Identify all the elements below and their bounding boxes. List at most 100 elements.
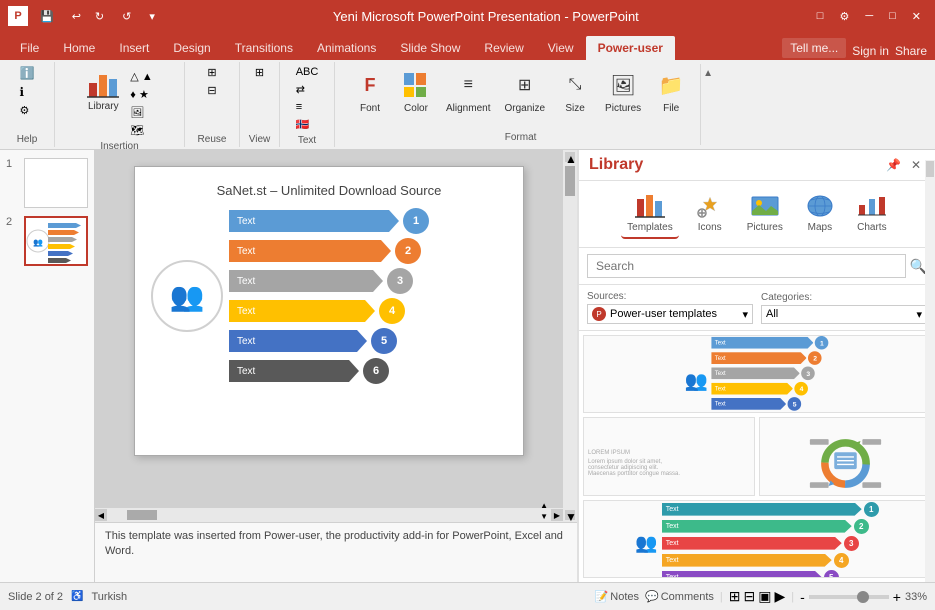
color-button[interactable]: Color — [395, 66, 437, 117]
undo-button[interactable]: ↩ — [66, 8, 87, 25]
search-input[interactable] — [587, 254, 906, 278]
template-item-3[interactable] — [759, 417, 931, 495]
template-2b-arrows: Text 1 Text 2 Text 3 — [662, 502, 879, 578]
scroll-thumb-h[interactable] — [127, 510, 157, 520]
sign-in-button[interactable]: Sign in — [852, 44, 889, 58]
lib-icon-maps[interactable]: Maps — [799, 189, 841, 239]
more-button[interactable]: ▾ — [143, 8, 161, 25]
photo-button[interactable]: 🖼 — [126, 104, 156, 121]
comments-button[interactable]: 💬 Comments — [645, 590, 714, 603]
lib-scroll-thumb[interactable] — [926, 161, 934, 177]
lib-icon-pictures[interactable]: Pictures — [741, 189, 789, 239]
template-item-2[interactable]: LOREM IPSUM Lorem ipsum dolor sit amet,c… — [583, 417, 755, 495]
tab-transitions[interactable]: Transitions — [223, 36, 305, 60]
alignment-button[interactable]: ≡ Alignment — [441, 66, 495, 117]
scroll-right-btn[interactable]: ▶ — [551, 509, 563, 521]
pictures-button[interactable]: 🖼 Pictures — [600, 66, 646, 117]
settings-button[interactable]: ⚙ — [833, 8, 855, 25]
lib-search-bar: 🔍 — [579, 248, 935, 285]
text-4-button[interactable]: 🇳🇴 — [292, 116, 323, 133]
close-button[interactable]: ✕ — [906, 8, 927, 25]
library-pin-button[interactable]: 📌 — [882, 156, 905, 174]
text-3-button[interactable]: ≡ — [292, 99, 323, 115]
format-buttons-row: F Font Color — [349, 66, 692, 130]
canvas-area: ▲ ▼ ◀ ▶ ▲ ▼ SaNet.st – Unli — [95, 150, 577, 522]
refresh-button[interactable]: ↺ — [116, 8, 137, 25]
lib-icon-icons[interactable]: Icons — [689, 189, 731, 239]
lib-scrollbar-v[interactable] — [925, 160, 935, 582]
organize-button[interactable]: ⊞ Organize — [499, 66, 550, 117]
reuse-2-button[interactable]: ⊟ — [203, 82, 220, 99]
reuse-1-button[interactable]: ⊞ — [203, 64, 220, 81]
font-button[interactable]: F Font — [349, 66, 391, 117]
tell-me-button[interactable]: Tell me... — [782, 38, 846, 58]
ribbon-collapse[interactable]: ▲ — [701, 64, 715, 145]
template-item-arrow-stripes-2[interactable]: 👥 Text 1 Text 2 Text — [583, 500, 931, 578]
tab-review[interactable]: Review — [472, 36, 535, 60]
arrow-row-5: Text 5 — [229, 328, 429, 354]
reading-view-button[interactable]: ▣ — [758, 588, 771, 605]
view-button[interactable]: ⊞ — [251, 64, 268, 81]
share-button[interactable]: Share — [895, 44, 927, 58]
maps-button[interactable]: 🗺 — [126, 122, 156, 139]
categories-select[interactable]: All ▾ — [761, 305, 927, 324]
zoom-up-btn[interactable]: ▲ — [540, 501, 548, 510]
tab-power-user[interactable]: Power-user — [586, 36, 675, 60]
slide-canvas[interactable]: SaNet.st – Unlimited Download Source 👥 T… — [134, 166, 524, 456]
notes-button[interactable]: 📝 Notes — [595, 590, 639, 603]
zoom-in-button[interactable]: + — [893, 589, 901, 605]
window-icon-button[interactable]: □ — [811, 8, 830, 24]
zoom-slider-thumb[interactable] — [857, 591, 869, 603]
zoom-down-btn[interactable]: ▼ — [540, 512, 548, 521]
normal-view-button[interactable]: ⊞ — [729, 588, 741, 605]
arrow-num-3: 3 — [387, 268, 413, 294]
scroll-up-btn[interactable]: ▲ — [565, 152, 575, 162]
zoom-out-button[interactable]: - — [800, 589, 805, 605]
text-2-button[interactable]: ⇄ — [292, 81, 323, 98]
help-info2-button[interactable]: ℹ — [16, 83, 39, 101]
tab-slide-show[interactable]: Slide Show — [388, 36, 472, 60]
lib-icon-templates[interactable]: Templates — [621, 189, 679, 239]
redo-button[interactable]: ↻ — [89, 8, 110, 25]
canvas-scrollbar-h[interactable]: ◀ ▶ ▲ ▼ — [95, 508, 563, 522]
slide-sorter-button[interactable]: ⊟ — [744, 588, 756, 605]
restore-button[interactable]: □ — [883, 8, 902, 24]
zoom-slider[interactable] — [809, 595, 889, 599]
ribbon-tabs: File Home Insert Design Transitions Anim… — [0, 32, 935, 60]
slide-1-thumb[interactable]: 1 — [6, 158, 88, 208]
notes-text: This template was inserted from Power-us… — [105, 529, 567, 560]
app-icon: P — [8, 6, 28, 26]
size-button[interactable]: ⤡ Size — [554, 66, 596, 117]
tab-file[interactable]: File — [8, 36, 51, 60]
slideshow-button[interactable]: ▶ — [774, 588, 785, 605]
library-button[interactable]: Library — [82, 64, 124, 115]
slide-2-inner: 👥 — [26, 218, 86, 264]
tab-view[interactable]: View — [536, 36, 586, 60]
shapes-button[interactable]: △ ▲ — [126, 68, 156, 85]
help-info-button[interactable]: ℹ️ — [16, 64, 39, 82]
scroll-thumb-v[interactable] — [565, 166, 575, 196]
save-button[interactable]: 💾 — [34, 8, 60, 25]
file-button[interactable]: 📁 File — [650, 66, 692, 117]
slide-1-preview[interactable] — [24, 158, 88, 208]
library-close-button[interactable]: ✕ — [907, 156, 925, 174]
minimize-button[interactable]: ─ — [859, 8, 879, 24]
scroll-down-btn[interactable]: ▼ — [565, 510, 575, 520]
slide-2-thumb[interactable]: 2 👥 — [6, 216, 88, 266]
sources-select[interactable]: P Power-user templates ▾ — [587, 304, 753, 324]
library-title: Library — [589, 156, 643, 174]
tab-insert[interactable]: Insert — [107, 36, 161, 60]
help-gear-button[interactable]: ⚙ — [16, 102, 39, 119]
tab-home[interactable]: Home — [51, 36, 107, 60]
lib-icon-charts[interactable]: Charts — [851, 189, 893, 239]
tab-animations[interactable]: Animations — [305, 36, 388, 60]
template-item-arrow-stripes[interactable]: 👥 Text 1 Text 2 Text — [583, 335, 931, 413]
scroll-left-btn[interactable]: ◀ — [95, 509, 107, 521]
help-label: Help — [17, 132, 38, 145]
text-1-button[interactable]: ABC — [292, 64, 323, 80]
icons-button[interactable]: ♦ ★ — [126, 86, 156, 103]
tab-design[interactable]: Design — [161, 36, 222, 60]
window-title: Yeni Microsoft PowerPoint Presentation -… — [161, 9, 811, 24]
slide-2-preview[interactable]: 👥 — [24, 216, 88, 266]
canvas-scrollbar-v[interactable]: ▲ ▼ — [563, 150, 577, 522]
